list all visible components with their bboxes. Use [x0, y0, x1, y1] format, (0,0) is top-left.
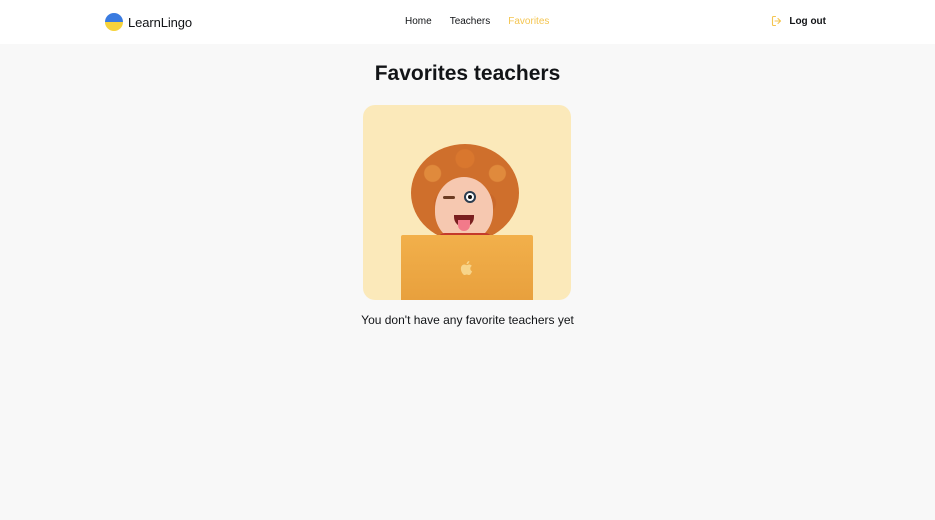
empty-state-illustration	[363, 105, 571, 300]
site-header: LearnLingo Home Teachers Favorites Log o…	[0, 0, 935, 44]
logout-icon	[772, 15, 782, 27]
apple-logo-icon	[460, 261, 473, 275]
avatar-face	[435, 177, 493, 241]
logout-button[interactable]: Log out	[771, 15, 826, 27]
logout-label: Log out	[789, 15, 826, 27]
brand-name: LearnLingo	[128, 14, 193, 30]
avatar-open-eye	[464, 191, 476, 203]
nav-home[interactable]: Home	[405, 15, 432, 28]
nav-teachers[interactable]: Teachers	[450, 15, 491, 28]
nav-favorites[interactable]: Favorites	[508, 15, 549, 28]
ukraine-flag-icon	[105, 13, 123, 31]
main-nav: Home Teachers Favorites	[405, 15, 549, 28]
empty-state-message: You don't have any favorite teachers yet	[361, 313, 574, 327]
avatar-winking-eye	[443, 196, 455, 199]
page-title: Favorites teachers	[374, 62, 561, 85]
brand-logo-link[interactable]: LearnLingo	[105, 13, 192, 31]
